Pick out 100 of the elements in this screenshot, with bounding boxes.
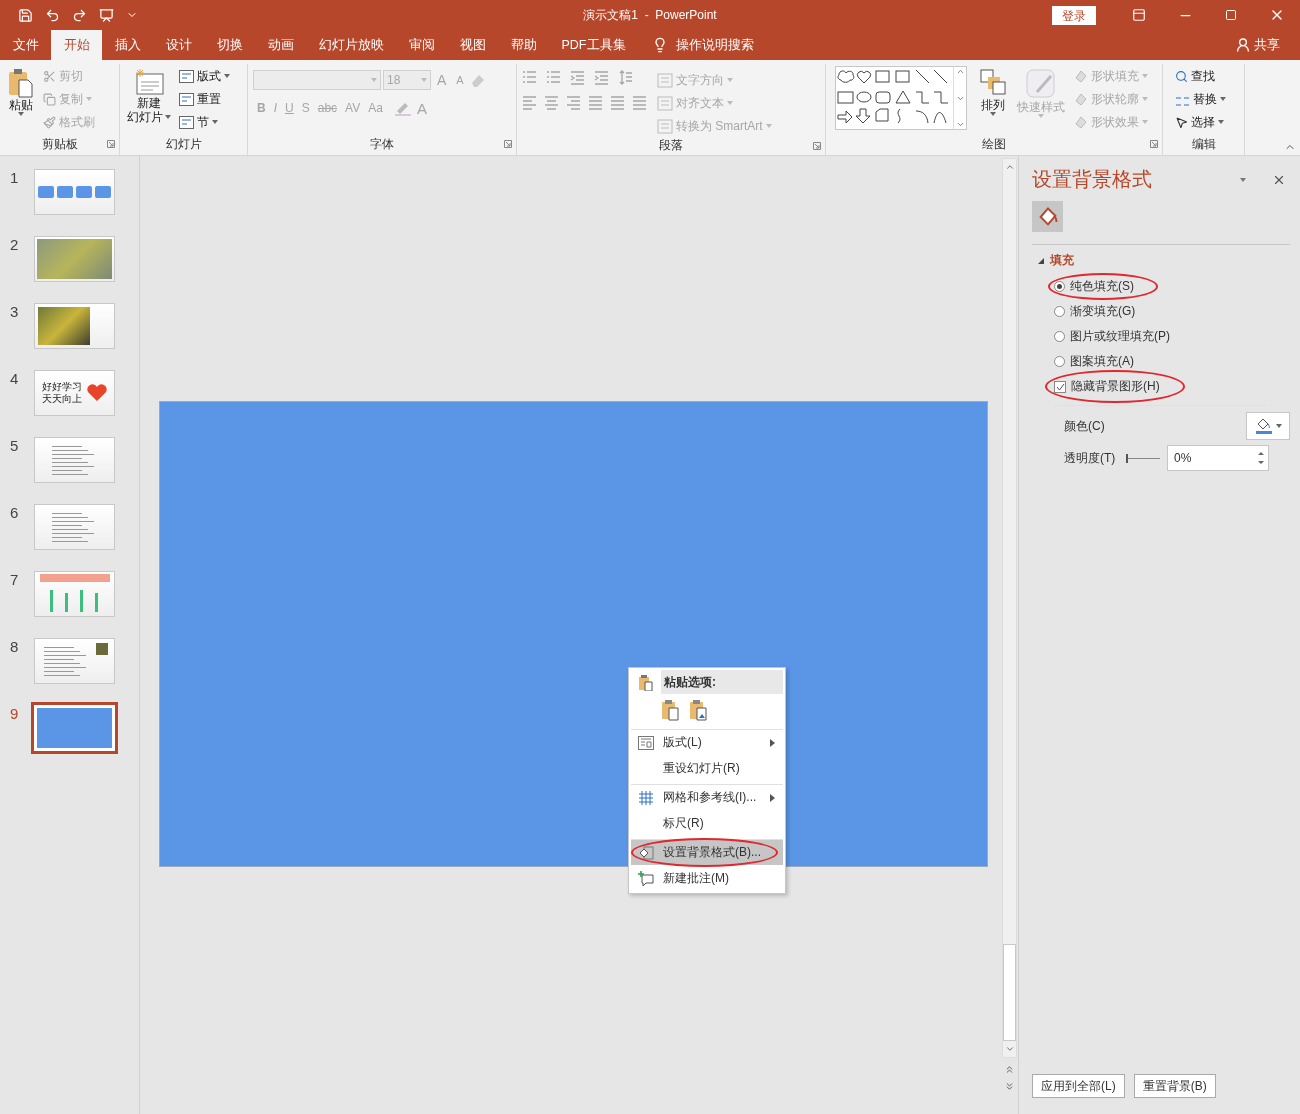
option-label: 图片或纹理填充(P) (1070, 328, 1170, 345)
ribbon-tab[interactable]: 帮助 (498, 30, 549, 60)
ribbon-button[interactable]: 查找 (1175, 66, 1226, 86)
shape-gallery[interactable] (835, 66, 967, 130)
menu-item[interactable]: 设置背景格式(B)... (631, 839, 783, 865)
arrange-button[interactable]: 排列 (977, 66, 1009, 133)
ribbon-tab[interactable]: 视图 (447, 30, 498, 60)
ribbon-tab[interactable]: 开始 (51, 30, 102, 60)
previous-slide-icon[interactable] (1004, 1064, 1015, 1075)
radio-button[interactable] (1054, 356, 1065, 367)
caret-icon (212, 120, 218, 124)
dialog-launcher-icon[interactable] (504, 140, 512, 148)
slide-number: 4 (9, 370, 20, 387)
menu-item[interactable]: 版式(L) (631, 729, 783, 755)
slide-thumbnail[interactable] (34, 437, 115, 483)
ribbon-button[interactable]: 替换 (1175, 89, 1226, 109)
ribbon-button[interactable]: 重置 (179, 89, 230, 109)
fill-option[interactable]: 渐变填充(G) (1032, 299, 1290, 324)
gallery-scrollbar[interactable] (953, 67, 966, 129)
scroll-up-icon[interactable] (1004, 162, 1015, 172)
slide-thumbnail[interactable] (34, 504, 115, 550)
window-title: 演示文稿1 - PowerPoint (583, 6, 717, 24)
text-direction-icon (657, 72, 673, 88)
align-right-icon (566, 95, 581, 110)
fill-option[interactable]: 纯色填充(S) (1032, 274, 1290, 299)
transparency-slider[interactable] (1126, 453, 1160, 463)
photo-placeholder (95, 643, 108, 655)
checkbox[interactable] (1054, 380, 1066, 393)
paste-button[interactable]: 粘贴 (5, 66, 37, 133)
ribbon-tab[interactable]: 审阅 (396, 30, 447, 60)
fill-option[interactable]: 图片或纹理填充(P) (1032, 324, 1290, 349)
search-icon (1175, 69, 1188, 83)
sign-in-button[interactable]: 登录 (1052, 5, 1096, 25)
pane-options-icon[interactable] (1240, 177, 1246, 182)
radio-button[interactable] (1054, 306, 1065, 317)
redo-icon[interactable] (72, 7, 87, 23)
paste-picture-icon[interactable] (689, 699, 709, 721)
slide-thumbnail[interactable] (34, 571, 115, 617)
fill-color-icon (1254, 417, 1273, 435)
ribbon-tab[interactable]: 切换 (204, 30, 255, 60)
group-label: 编辑 (1191, 135, 1216, 153)
undo-icon[interactable] (45, 7, 60, 23)
ribbon-button[interactable]: 节 (179, 112, 230, 132)
ribbon-tab[interactable]: 文件 (0, 30, 51, 60)
pane-button[interactable]: 应用到全部(L) (1032, 1074, 1125, 1098)
slide-thumbnail[interactable]: 好好学习 天天向上 (34, 370, 115, 416)
ribbon-tab[interactable]: 幻灯片放映 (306, 30, 396, 60)
justify-icon (588, 95, 603, 110)
caret-icon (727, 101, 733, 105)
group-label: 绘图 (982, 135, 1006, 153)
group-label: 段落 (659, 137, 683, 154)
ribbon-tab[interactable]: 动画 (255, 30, 306, 60)
menu-item[interactable]: 网格和参考线(I)... (631, 784, 783, 810)
pane-title: 设置背景格式 (1032, 167, 1153, 192)
menu-item[interactable]: 新建批注(M) (631, 865, 783, 891)
next-slide-icon[interactable] (1004, 1081, 1015, 1092)
fill-tab[interactable] (1032, 201, 1063, 232)
ribbon-tab[interactable]: PDF工具集 (549, 30, 638, 60)
slide-thumbnail[interactable] (34, 303, 115, 349)
slide-thumbnail[interactable] (34, 169, 115, 215)
hide-background-option[interactable]: 隐藏背景图形(H) (1032, 374, 1290, 399)
layout-icon (179, 69, 194, 83)
ribbon-button[interactable]: 选择 (1175, 112, 1226, 132)
slide-thumbnail[interactable] (34, 638, 115, 684)
ribbon-tab[interactable]: 设计 (153, 30, 204, 60)
save-icon[interactable] (18, 7, 33, 23)
dialog-launcher-icon[interactable] (1150, 140, 1158, 148)
share-button[interactable]: 共享 (1235, 30, 1280, 60)
dialog-launcher-icon[interactable] (107, 140, 115, 148)
group-label: 剪贴板 (41, 135, 78, 153)
fill-option[interactable]: 图案填充(A) (1032, 349, 1290, 374)
align-text-icon (657, 95, 673, 111)
slide-canvas[interactable] (159, 401, 988, 867)
ribbon-button[interactable]: 版式 (179, 66, 230, 86)
ribbon-tab[interactable]: 插入 (102, 30, 153, 60)
presentation-icon[interactable] (99, 7, 114, 23)
slide-thumbnail[interactable] (31, 702, 118, 754)
new-slide-button[interactable]: 新建 幻灯片 (125, 66, 173, 133)
caret-icon (1142, 74, 1148, 78)
menu-item[interactable]: 重设幻灯片(R) (631, 755, 783, 781)
color-label: 颜色(C) (1064, 417, 1106, 435)
radio-button[interactable] (1054, 281, 1065, 292)
scroll-up-icon[interactable] (955, 67, 965, 76)
fill-color-button[interactable] (1246, 412, 1290, 440)
radio-button[interactable] (1054, 331, 1065, 342)
menu-item[interactable]: 标尺(R) (631, 810, 783, 836)
transparency-label: 透明度(T) (1064, 449, 1117, 467)
tell-me-search[interactable]: 操作说明搜索 (652, 30, 754, 60)
pane-button[interactable]: 重置背景(B) (1133, 1074, 1216, 1098)
caret-icon (765, 124, 772, 128)
expand-gallery-icon[interactable] (955, 120, 965, 129)
scrollbar-thumb[interactable] (1003, 944, 1016, 1041)
scroll-down-icon[interactable] (1004, 1044, 1015, 1054)
paste-icon[interactable] (661, 699, 681, 721)
dialog-launcher-icon[interactable] (813, 141, 821, 150)
fill-section-header[interactable]: 填充 (1038, 252, 1290, 269)
new-slide-icon (134, 68, 164, 96)
align-center-icon (544, 95, 559, 110)
slide-number: 6 (9, 504, 20, 521)
transparency-field[interactable]: 0% (1167, 445, 1269, 471)
